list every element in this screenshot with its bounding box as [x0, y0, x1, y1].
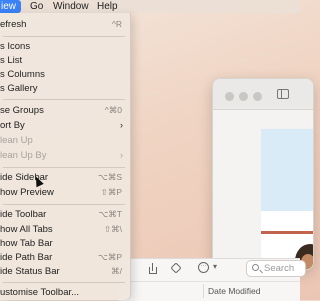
menu-item-label: ide Toolbar	[0, 209, 47, 220]
menu-item-label: ort By	[0, 120, 25, 131]
menu-item-use-groups[interactable]: se Groups ^⌘0	[0, 104, 130, 117]
menu-item-shortcut: ⌥⌘T	[98, 209, 123, 219]
menu-separator	[3, 36, 125, 37]
column-divider[interactable]	[203, 284, 204, 298]
menu-item-label: s Gallery	[0, 83, 38, 94]
menu-item-shortcut: ⌥⌘S	[98, 172, 122, 182]
submenu-chevron-icon: ›	[120, 120, 123, 130]
menu-separator	[3, 99, 125, 100]
menu-separator	[3, 282, 125, 283]
chevron-down-icon[interactable]: ▾	[213, 262, 217, 271]
menu-separator	[3, 204, 125, 205]
menu-item-hide-status-bar[interactable]: ide Status Bar ⌘/	[0, 265, 130, 278]
menu-item-show-all-tabs[interactable]: how All Tabs ⇧⌘\	[0, 223, 130, 236]
menu-item-shortcut: ^R	[111, 19, 122, 29]
menu-item-shortcut: ⌘/	[111, 266, 122, 276]
menu-help[interactable]: Help	[92, 0, 123, 13]
menu-item-clean-up: lean Up	[0, 134, 130, 147]
menu-item-shortcut: ⇧⌘P	[100, 187, 122, 197]
menu-view[interactable]: iew	[0, 0, 22, 13]
menu-item-shortcut: ⌥⌘P	[98, 252, 122, 262]
menu-window[interactable]: Window	[48, 0, 94, 13]
menu-item-label: how Tab Bar	[0, 238, 53, 249]
menu-separator	[3, 167, 125, 168]
menu-item-label: ustomise Toolbar...	[0, 287, 80, 298]
menu-item-label: how Preview	[0, 187, 54, 198]
menu-item-show-preview[interactable]: how Preview ⇧⌘P	[0, 186, 130, 199]
finder-toolbar: ··· ▾ Search Date Modified	[118, 258, 306, 301]
menu-item-label: ide Path Bar	[0, 252, 53, 263]
document-header-area	[261, 129, 313, 211]
menu-item-sort-by[interactable]: ort By ›	[0, 119, 130, 132]
menu-item-as-list[interactable]: s List	[0, 54, 130, 67]
menu-bar: iew Go Window Help	[0, 0, 300, 13]
menu-item-label: lean Up	[0, 135, 33, 146]
view-menu: efresh ^R s Icons s List s Columns s Gal…	[0, 13, 131, 300]
menu-go[interactable]: Go	[25, 0, 48, 13]
menu-item-label: how All Tabs	[0, 224, 53, 235]
background-window[interactable]	[212, 78, 314, 270]
menu-item-hide-path-bar[interactable]: ide Path Bar ⌥⌘P	[0, 251, 130, 264]
menu-item-show-tab-bar[interactable]: how Tab Bar	[0, 237, 130, 250]
menu-item-label: se Groups	[0, 105, 44, 116]
tag-icon[interactable]	[170, 262, 182, 274]
menu-item-as-columns[interactable]: s Columns	[0, 68, 130, 81]
menu-item-label: s Columns	[0, 69, 45, 80]
search-icon	[252, 264, 259, 271]
sidebar-toggle-icon[interactable]	[277, 89, 289, 99]
menu-item-label: ide Status Bar	[0, 266, 60, 277]
menu-item-refresh[interactable]: efresh ^R	[0, 18, 130, 31]
column-header-date-modified[interactable]: Date Modified	[208, 286, 260, 296]
window-titlebar	[213, 79, 313, 110]
menu-item-label: s Icons	[0, 41, 31, 52]
close-window-button[interactable]	[225, 92, 234, 101]
document-rule	[261, 231, 313, 234]
menu-item-as-gallery[interactable]: s Gallery	[0, 82, 130, 95]
menu-item-shortcut: ⇧⌘\	[104, 224, 122, 234]
menu-item-label: lean Up By	[0, 150, 47, 161]
menu-item-hide-toolbar[interactable]: ide Toolbar ⌥⌘T	[0, 208, 130, 221]
more-options-icon[interactable]: ···	[198, 262, 209, 273]
menu-item-customise-toolbar[interactable]: ustomise Toolbar...	[0, 286, 130, 299]
preview-document	[261, 129, 313, 269]
share-icon[interactable]	[148, 263, 158, 274]
menu-item-label: efresh	[0, 19, 27, 30]
menu-item-hide-sidebar[interactable]: ide Sidebar ⌥⌘S	[0, 171, 130, 184]
submenu-chevron-icon: ›	[120, 150, 123, 160]
minimize-window-button[interactable]	[239, 92, 248, 101]
menu-item-label: s List	[0, 55, 23, 66]
zoom-window-button[interactable]	[253, 92, 262, 101]
menu-item-clean-up-by: lean Up By ›	[0, 149, 130, 162]
menu-item-shortcut: ^⌘0	[104, 105, 122, 115]
search-placeholder: Search	[264, 263, 295, 274]
menu-item-as-icons[interactable]: s Icons	[0, 40, 130, 53]
column-header-row: Date Modified	[118, 281, 300, 300]
search-field[interactable]: Search	[246, 260, 306, 277]
